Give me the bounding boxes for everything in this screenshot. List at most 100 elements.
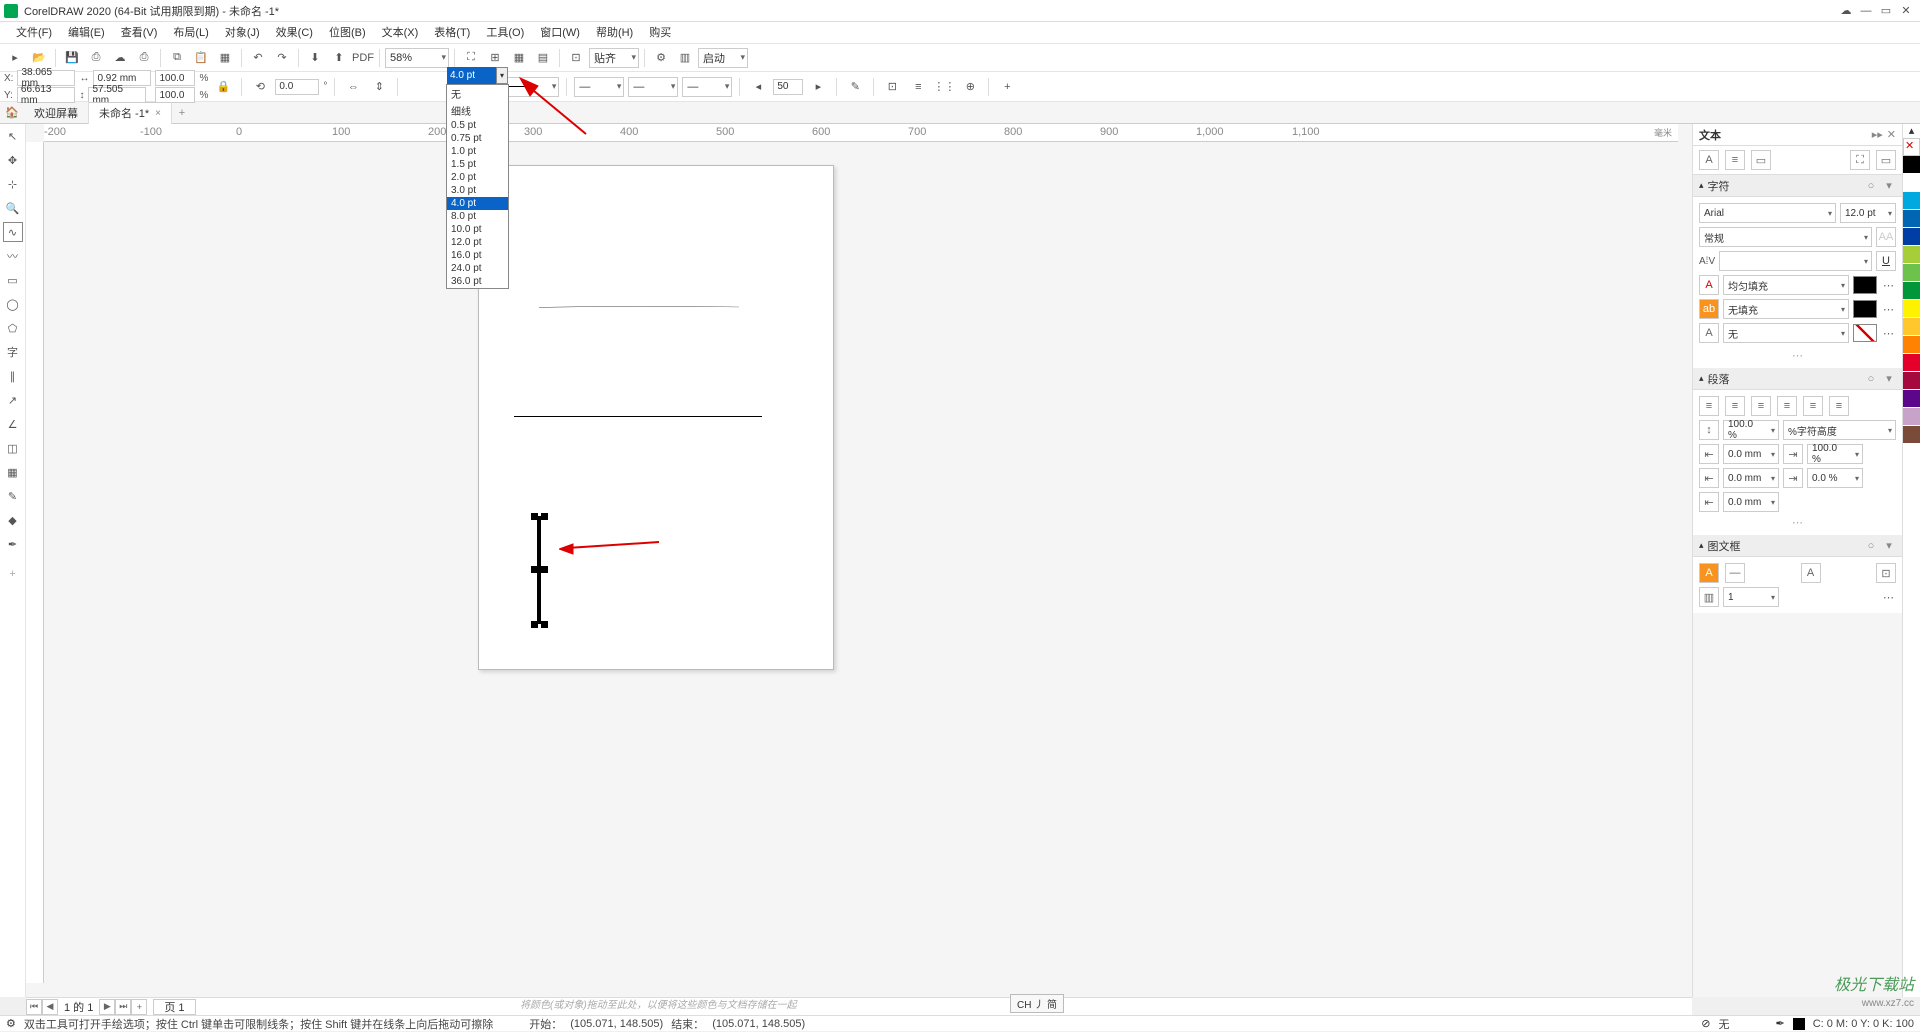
align-right-button[interactable]: ≡ [1751, 396, 1771, 416]
grid-button[interactable]: ⊞ [484, 47, 506, 69]
menu-window[interactable]: 窗口(W) [532, 22, 588, 44]
section-expand-icon[interactable]: ⋯ [1699, 349, 1896, 362]
layout-button[interactable]: ▥ [674, 47, 696, 69]
eyedropper-tool[interactable]: ✎ [3, 486, 23, 506]
weight-combo[interactable]: 常规 [1699, 227, 1872, 247]
connector-tool[interactable]: ∠ [3, 414, 23, 434]
text-tool[interactable]: 字 [3, 342, 23, 362]
color-palette[interactable]: ▴✕ [1902, 124, 1920, 997]
indent-r-input[interactable]: 100.0 % [1807, 444, 1863, 464]
outline-tool[interactable]: ✒ [3, 534, 23, 554]
print-button[interactable]: ⎙ [133, 47, 155, 69]
outline-width-option[interactable]: 1.5 pt [447, 158, 508, 171]
cols-more-icon[interactable]: ⋯ [1881, 591, 1896, 604]
outline-color-swatch[interactable] [1793, 1018, 1805, 1030]
fill-combo[interactable]: 均匀填充 [1723, 275, 1849, 295]
align-justify-button[interactable]: ≡ [1777, 396, 1797, 416]
outline-width-option[interactable]: 1.0 pt [447, 145, 508, 158]
expand-icon[interactable]: ⛶ [1850, 150, 1870, 170]
zoom-combo[interactable]: 58% [385, 48, 449, 68]
page-tab[interactable]: 页 1 [153, 999, 195, 1015]
outline-width-option[interactable]: 8.0 pt [447, 210, 508, 223]
snap-combo[interactable]: 贴齐 [589, 48, 639, 68]
section-expand-icon[interactable]: ⋯ [1699, 516, 1896, 529]
ellipse-tool[interactable]: ◯ [3, 294, 23, 314]
add-tool-button[interactable]: + [3, 564, 23, 584]
outline-more-icon[interactable]: ⋯ [1881, 327, 1896, 340]
fill-none-icon[interactable]: ⊘ [1701, 1017, 1710, 1030]
selection-handle[interactable] [541, 566, 548, 573]
cloud-save-button[interactable]: ☁ [109, 47, 131, 69]
section-frame-title[interactable]: 图文框 [1708, 538, 1860, 554]
section-char-title[interactable]: 字符 [1708, 178, 1860, 194]
rectangle-tool[interactable]: ▭ [3, 270, 23, 290]
sp-input[interactable]: 0.0 mm [1723, 492, 1779, 512]
bg-swatch[interactable] [1853, 300, 1877, 318]
tab-close-icon[interactable]: × [155, 108, 161, 119]
outline-combo[interactable]: 无 [1723, 323, 1849, 343]
distribute-button[interactable]: ⋮⋮ [933, 76, 955, 98]
minimize-button[interactable]: — [1856, 2, 1876, 20]
selection-handle[interactable] [531, 566, 538, 573]
canvas[interactable] [44, 142, 1678, 983]
color-swatch[interactable] [1903, 246, 1920, 264]
start-combo[interactable]: 启动 [698, 48, 748, 68]
options-button[interactable]: ⚙ [650, 47, 672, 69]
redo-button[interactable]: ↷ [271, 47, 293, 69]
menu-buy[interactable]: 购买 [641, 22, 679, 44]
indent-l-input[interactable]: 0.0 mm [1723, 444, 1779, 464]
font-combo[interactable]: Arial [1699, 203, 1836, 223]
polygon-tool[interactable]: ⬠ [3, 318, 23, 338]
pick-tool[interactable]: ↖ [3, 126, 23, 146]
menu-help[interactable]: 帮助(H) [588, 22, 641, 44]
size-combo[interactable]: 12.0 pt [1840, 203, 1896, 223]
fullscreen-button[interactable]: ⛶ [460, 47, 482, 69]
menu-edit[interactable]: 编辑(E) [60, 22, 113, 44]
variant-icon[interactable]: AA [1876, 227, 1896, 247]
section-para-title[interactable]: 段落 [1708, 371, 1860, 387]
clipboard-button[interactable]: ▦ [214, 47, 236, 69]
outline-width-option[interactable]: 36.0 pt [447, 275, 508, 288]
dimension-tool[interactable]: ↗ [3, 390, 23, 410]
order-button[interactable]: ⊕ [959, 76, 981, 98]
underline-button[interactable]: U [1876, 251, 1896, 271]
mirror-h-button[interactable]: ⇔ [342, 76, 364, 98]
fill-swatch[interactable] [1853, 276, 1877, 294]
outline-width-option[interactable]: 2.0 pt [447, 171, 508, 184]
copy-button[interactable]: ⧉ [166, 47, 188, 69]
menu-bitmap[interactable]: 位图(B) [321, 22, 374, 44]
tab-document[interactable]: 未命名 -1*× [89, 102, 172, 124]
align-left-button[interactable]: ≡ [1699, 396, 1719, 416]
page-first-button[interactable]: ⏮ [26, 999, 42, 1015]
outline-width-option[interactable]: 12.0 pt [447, 236, 508, 249]
color-swatch[interactable] [1903, 390, 1920, 408]
bg-combo[interactable]: 无填充 [1723, 299, 1849, 319]
sx-input[interactable]: 100.0 [155, 70, 195, 86]
mid-arrow-combo[interactable]: — [628, 77, 678, 97]
save-button[interactable]: 💾 [61, 47, 83, 69]
shape-tool[interactable]: ✥ [3, 150, 23, 170]
page-last-button[interactable]: ⏭ [115, 999, 131, 1015]
color-swatch[interactable] [1903, 228, 1920, 246]
export-button[interactable]: ⬆ [328, 47, 350, 69]
frame-a-button[interactable]: A [1699, 563, 1719, 583]
color-swatch[interactable] [1903, 318, 1920, 336]
crop-tool[interactable]: ⊹ [3, 174, 23, 194]
page-prev-button[interactable]: ◀ [42, 999, 58, 1015]
home-tab-icon[interactable]: 🏠 [0, 106, 24, 119]
pdf-button[interactable]: PDF [352, 47, 374, 69]
color-swatch[interactable] [1903, 156, 1920, 174]
rulers-button[interactable]: ▤ [532, 47, 554, 69]
outline-width-option[interactable]: 4.0 pt [447, 197, 508, 210]
selection-handle[interactable] [531, 513, 538, 520]
frame-opt1-button[interactable]: A [1801, 563, 1821, 583]
parallel-tool[interactable]: ∥ [3, 366, 23, 386]
outline-width-option[interactable]: 3.0 pt [447, 184, 508, 197]
outline-width-option[interactable]: 细线 [447, 102, 508, 119]
add-prop-button[interactable]: + [996, 76, 1018, 98]
import-button[interactable]: ⬇ [304, 47, 326, 69]
docker-close-icon[interactable]: ✕ [1887, 128, 1896, 141]
menu-object[interactable]: 对象(J) [217, 22, 268, 44]
new-button[interactable]: ▸ [4, 47, 26, 69]
frame-tab-icon[interactable]: ▭ [1751, 150, 1771, 170]
